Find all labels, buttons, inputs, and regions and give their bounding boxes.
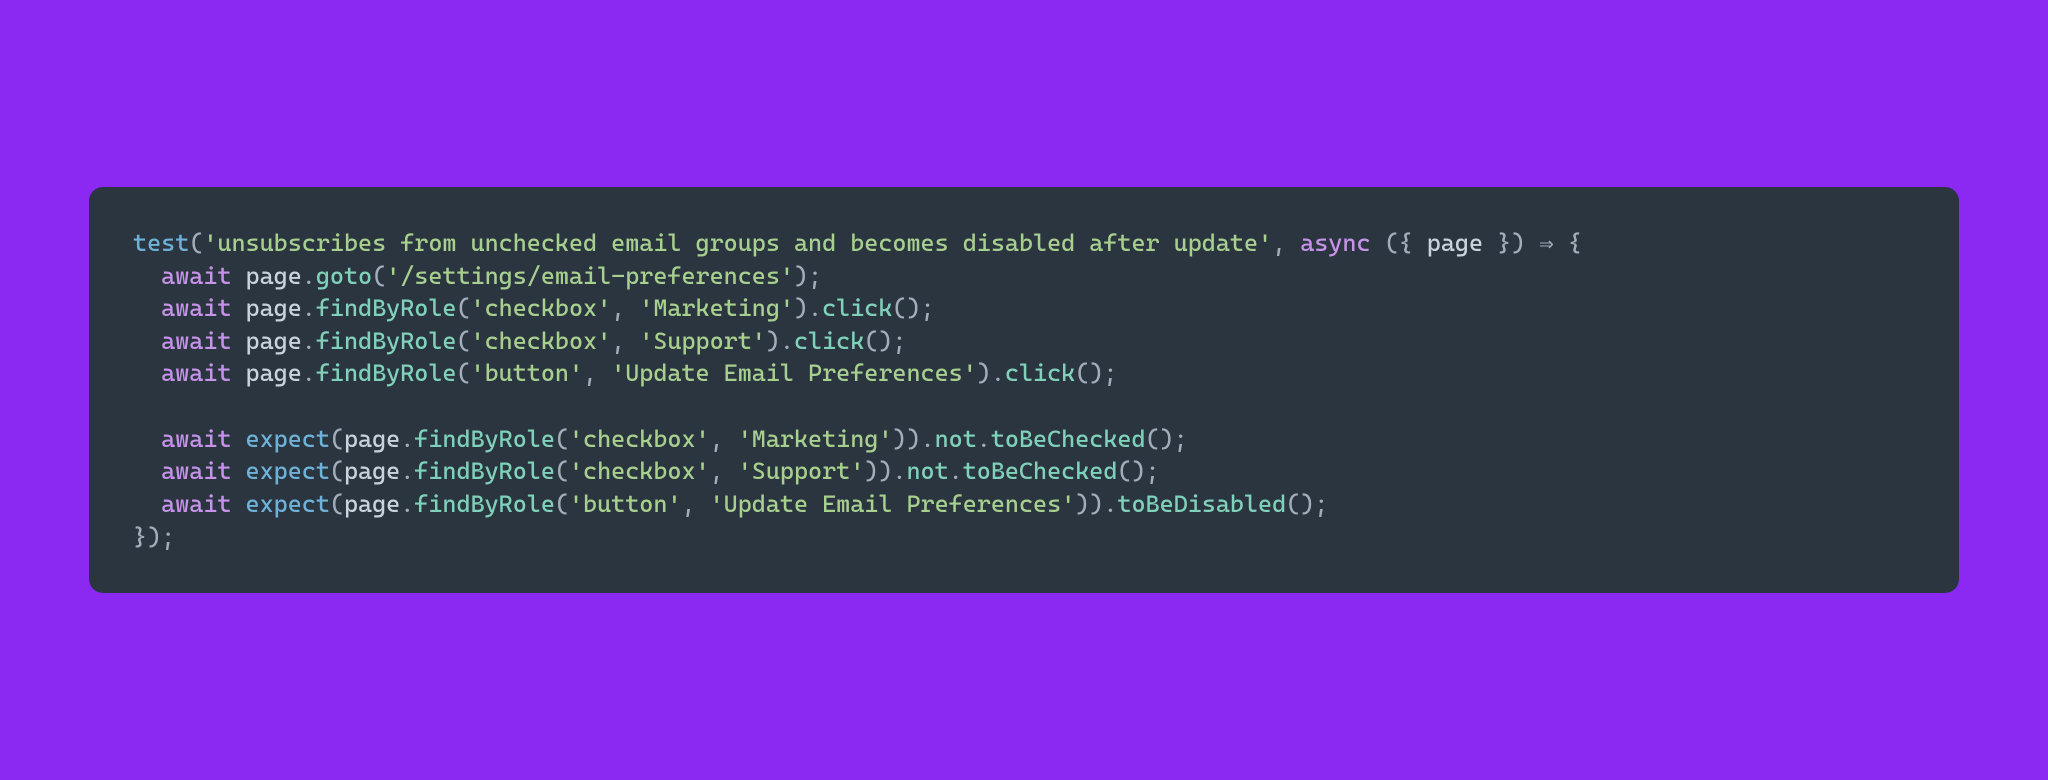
code-block: test('unsubscribes from unchecked email … [89, 187, 1959, 593]
arrow: ⇒ [1539, 229, 1553, 257]
kw-async: async [1300, 229, 1370, 257]
fn-test: test [133, 229, 189, 257]
param-page: page [1427, 229, 1483, 257]
test-description: 'unsubscribes from unchecked email group… [203, 229, 1272, 257]
code-content: test('unsubscribes from unchecked email … [133, 227, 1919, 553]
